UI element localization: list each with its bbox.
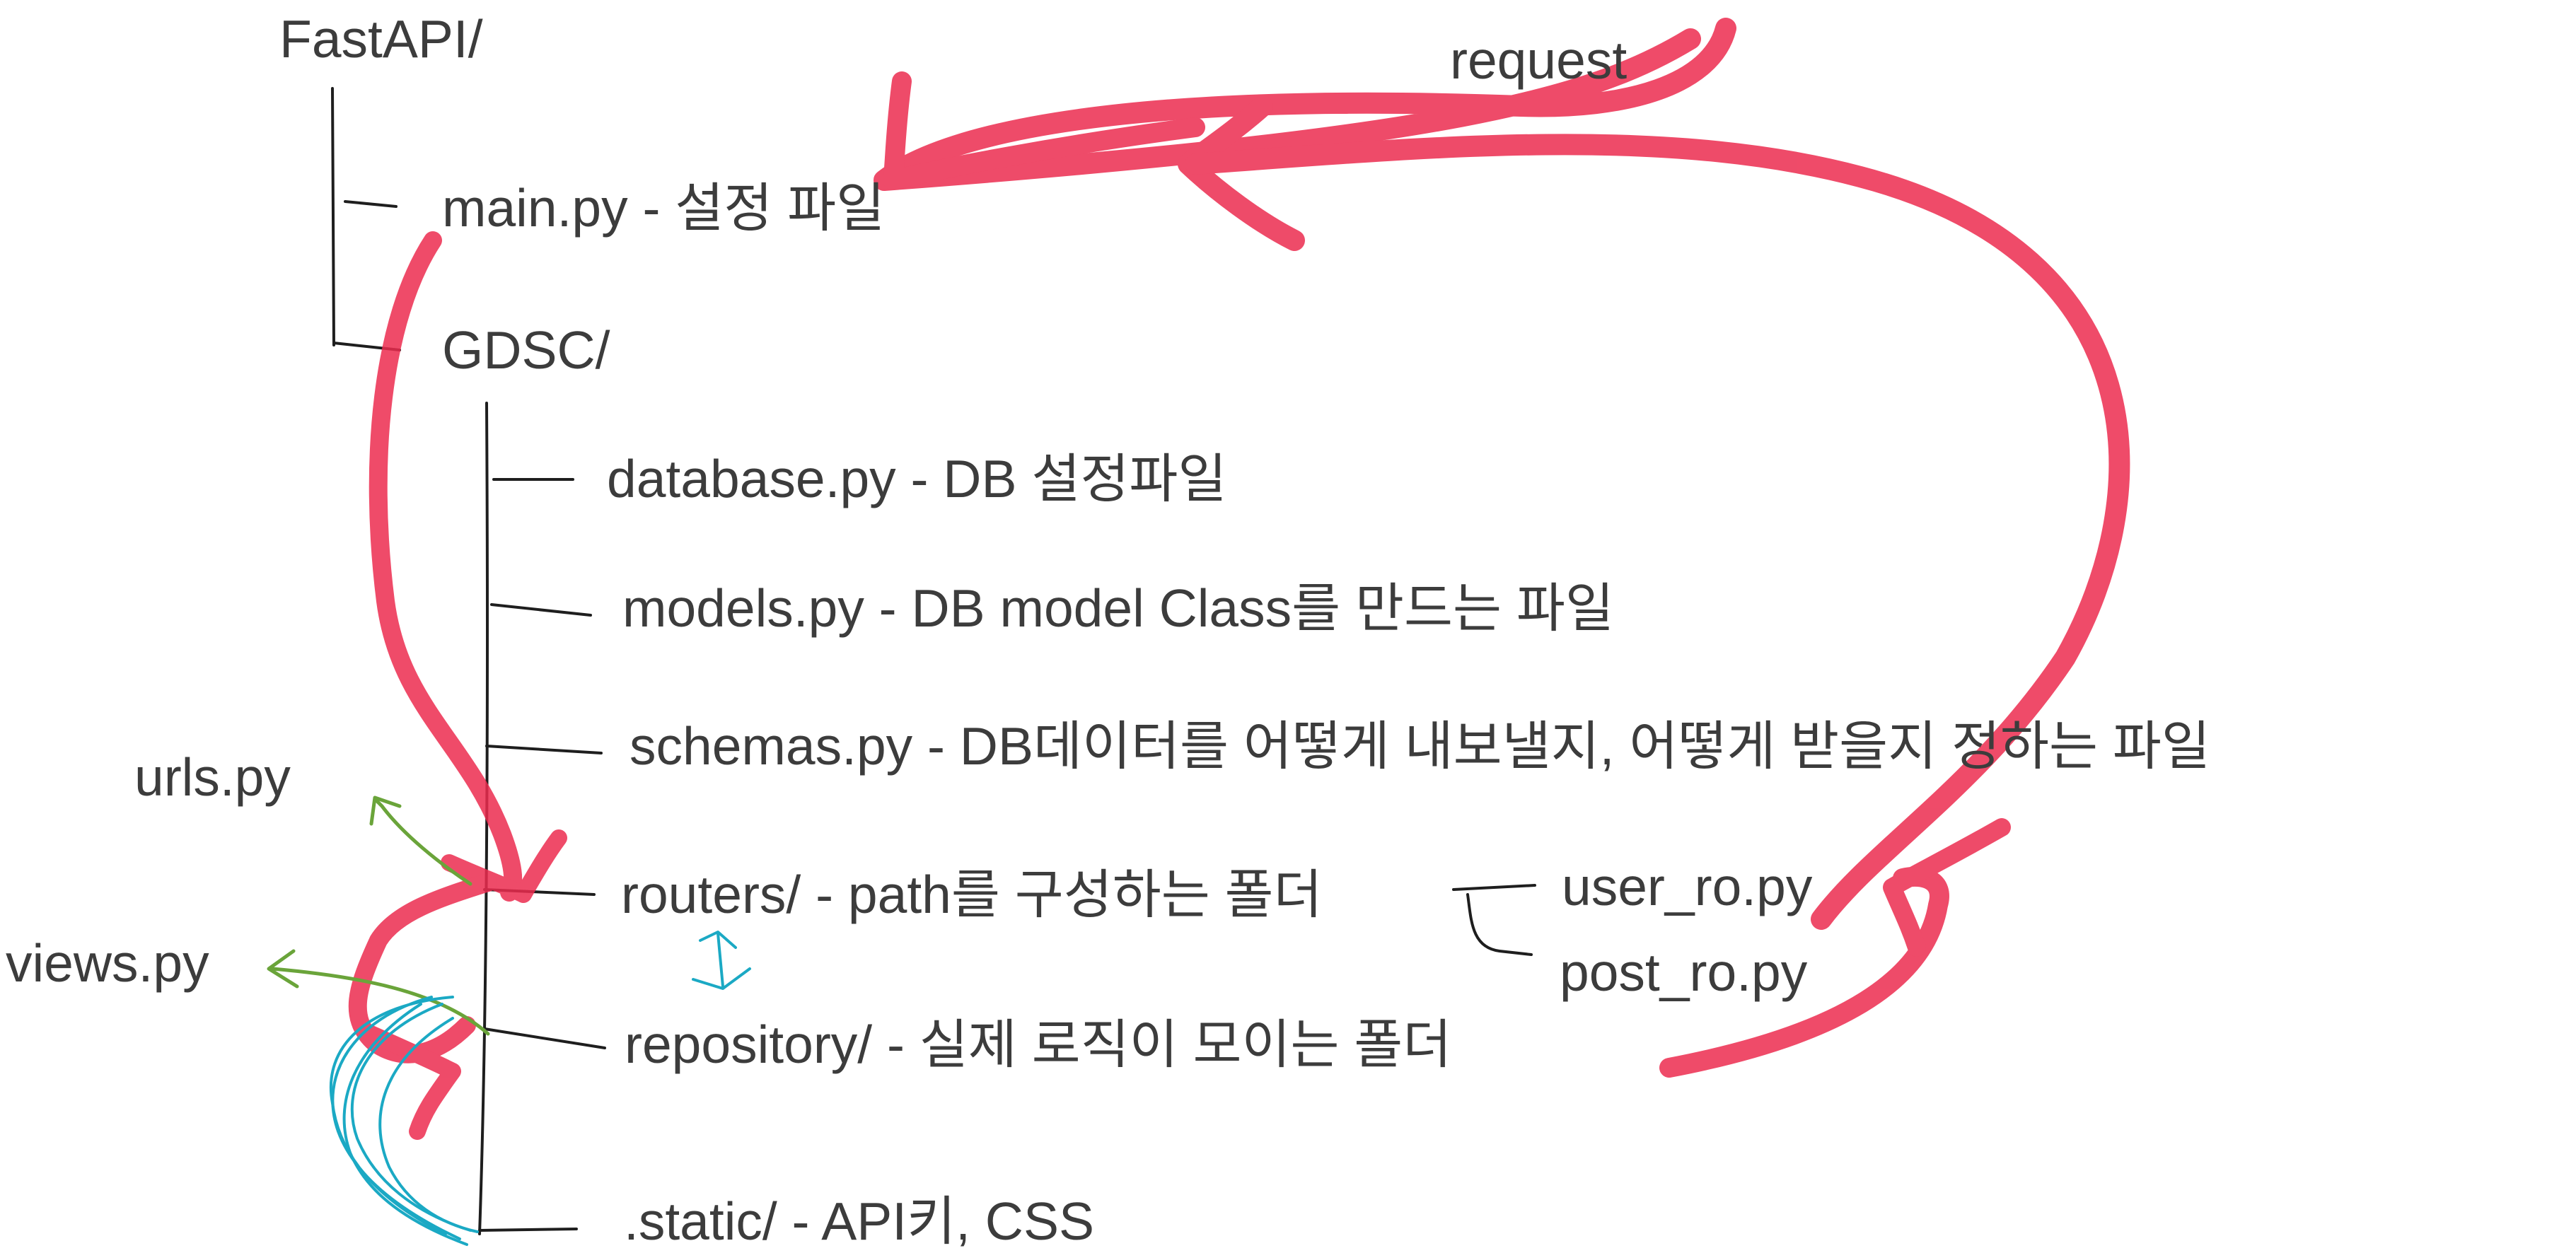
tree-database-label: database.py - DB 설정파일 — [607, 449, 1227, 508]
tree-repository-label: repository/ - 실제 로직이 모이는 폴더 — [625, 1015, 1452, 1074]
views-label: views.py — [6, 933, 209, 993]
tree-package-label: GDSC/ — [442, 320, 610, 380]
routers-repository-loop-head — [359, 1024, 461, 1140]
tree-branch-models — [490, 603, 592, 617]
repository-to-views-arrow — [270, 967, 490, 1036]
tree-models-label: models.py - DB model Class를 만드는 파일 — [622, 578, 1614, 638]
router-file-post: post_ro.py — [1560, 943, 1808, 1002]
request-arrow-left-head — [883, 71, 1205, 190]
main-to-routers-arrowhead — [441, 829, 567, 903]
routers-to-urls-arrowhead — [369, 795, 402, 826]
folder-structure-diagram: FastAPI/ main.py - 설정 파일 GDSC/ database.… — [0, 0, 2576, 1253]
request-loop-right — [1185, 134, 2130, 930]
routers-to-urls-arrow — [373, 797, 472, 886]
tree-branch-gdsc — [332, 342, 401, 351]
tree-routers-label: routers/ - path를 구성하는 폴더 — [621, 865, 1323, 924]
repository-to-routerfiles-arrowhead — [1883, 818, 2011, 957]
repository-to-views-arrowhead — [267, 949, 299, 989]
tree-branch-repository — [483, 1027, 606, 1049]
router-file-user: user_ro.py — [1562, 857, 1813, 916]
tree-main-label: main.py - 설정 파일 — [442, 178, 886, 238]
tree-static-label: .static/ - API키, CSS — [624, 1191, 1095, 1251]
tree-line-root — [331, 87, 335, 346]
tree-line-gdsc — [478, 402, 489, 1235]
routers-repository-link-icon — [692, 931, 751, 990]
routers-repository-loop — [348, 873, 497, 1063]
tree-root-label: FastAPI/ — [279, 9, 483, 69]
tree-branch-static — [478, 1228, 578, 1232]
urls-label: urls.py — [134, 747, 291, 807]
tree-branch-routers — [483, 888, 596, 896]
tree-branch-schemas — [485, 745, 603, 754]
tree-schemas-label: schemas.py - DB데이터를 어떻게 내보낼지, 어떻게 받을지 정하… — [630, 716, 2210, 776]
response-arrowhead — [1178, 95, 1305, 251]
tree-branch-router-files — [1452, 884, 1536, 956]
request-label: request — [1450, 30, 1628, 90]
tree-branch-main — [344, 200, 398, 208]
